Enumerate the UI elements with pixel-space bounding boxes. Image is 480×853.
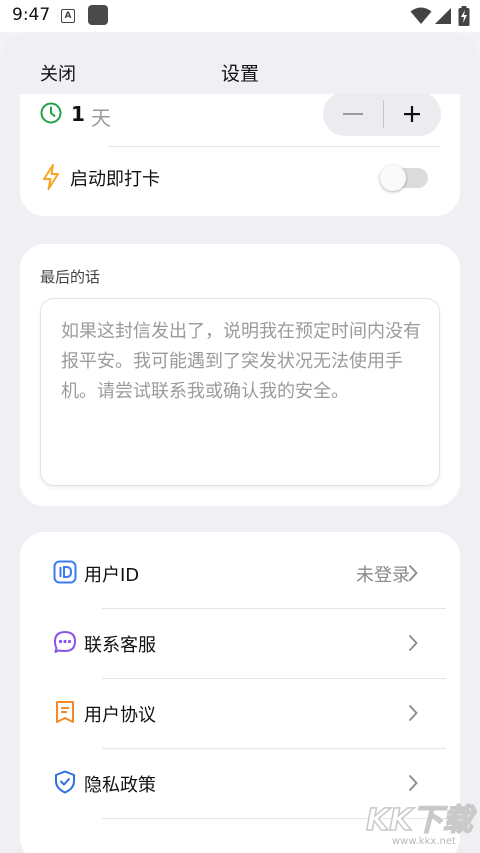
plus-icon <box>404 106 420 122</box>
list-item-customer-service[interactable]: 联系客服 <box>20 608 460 678</box>
list-item-user-id[interactable]: 用户ID 未登录 <box>20 538 460 608</box>
list-item-label: 用户ID <box>84 565 140 586</box>
wifi-icon <box>410 7 432 24</box>
top-bar: 关闭 设置 <box>0 32 480 94</box>
page-title: 设置 <box>220 63 259 85</box>
signal-icon <box>435 8 451 24</box>
clock-icon <box>40 102 62 124</box>
status-time: 9:47 <box>12 5 51 25</box>
chevron-right-icon <box>409 705 418 721</box>
settings-sheet: 1 天 启动即打卡 关闭 设置 最后的话 如果这封信发出了，说明我在预定时间内没… <box>0 32 480 853</box>
days-stepper[interactable] <box>323 92 441 136</box>
minus-icon <box>343 113 363 115</box>
last-words-placeholder: 如果这封信发出了，说明我在预定时间内没有报平安。我可能遇到了突发状况无法使用手机… <box>61 321 421 402</box>
chat-icon <box>54 631 76 653</box>
watermark-url: www.kkx.net <box>392 836 456 847</box>
days-row: 1 天 <box>20 92 460 138</box>
login-status: 未登录 <box>356 565 410 586</box>
watermark-text: KK下载 <box>366 803 476 838</box>
toggle-knob <box>380 165 406 191</box>
last-words-label: 最后的话 <box>40 268 101 286</box>
id-icon <box>53 560 77 584</box>
checkin-row: 启动即打卡 <box>20 146 460 206</box>
list-item-label: 联系客服 <box>84 635 156 656</box>
days-value: 1 <box>71 102 85 126</box>
days-settings-card: 1 天 启动即打卡 <box>20 82 460 216</box>
chevron-right-icon <box>409 565 418 581</box>
document-icon <box>56 701 74 723</box>
checkin-toggle[interactable] <box>380 165 428 191</box>
chevron-right-icon <box>409 635 418 651</box>
shield-icon <box>55 770 75 794</box>
checkin-label: 启动即打卡 <box>70 169 160 190</box>
notification-app-icon <box>88 5 108 25</box>
increment-button[interactable] <box>383 92 441 136</box>
chevron-right-icon <box>409 775 418 791</box>
lightning-icon <box>43 164 59 190</box>
notification-a-icon: A <box>61 9 75 23</box>
battery-charging-icon <box>458 6 470 26</box>
status-bar: 9:47 A <box>0 0 480 32</box>
days-unit: 天 <box>91 106 111 130</box>
last-words-textarea[interactable]: 如果这封信发出了，说明我在预定时间内没有报平安。我可能遇到了突发状况无法使用手机… <box>40 298 440 486</box>
last-words-card: 最后的话 如果这封信发出了，说明我在预定时间内没有报平安。我可能遇到了突发状况无… <box>20 244 460 506</box>
list-item-label: 用户协议 <box>84 705 156 726</box>
decrement-button[interactable] <box>323 92 383 136</box>
list-item-label: 隐私政策 <box>84 775 156 796</box>
list-item-user-agreement[interactable]: 用户协议 <box>20 678 460 748</box>
